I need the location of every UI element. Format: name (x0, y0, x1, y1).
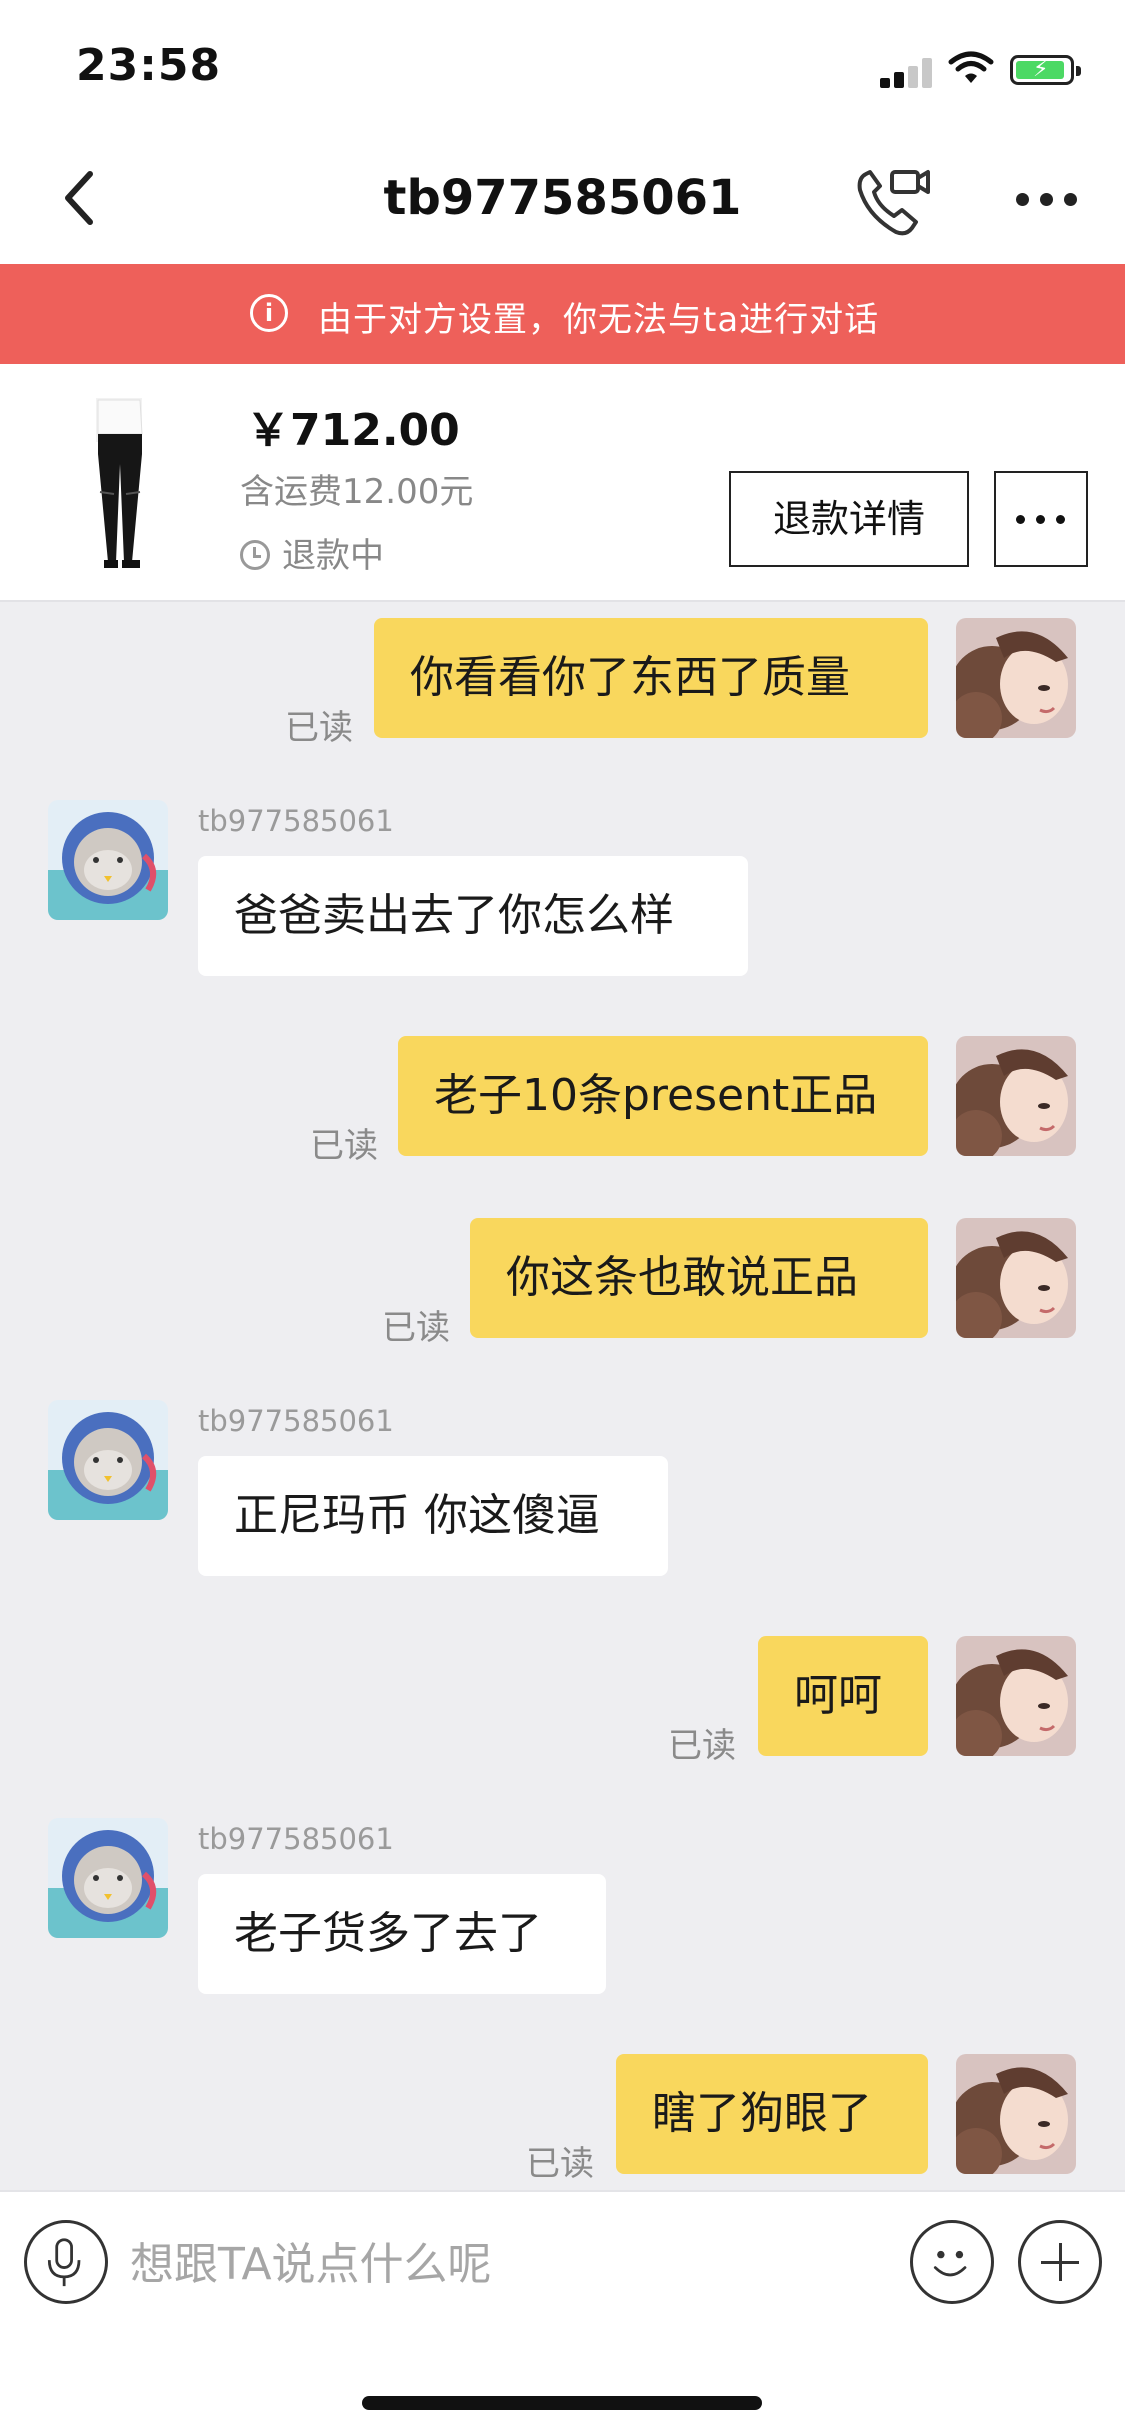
product-thumbnail[interactable] (70, 394, 170, 574)
read-receipt: 已读 (310, 1126, 378, 1166)
emoji-icon[interactable] (910, 2220, 994, 2304)
message-composer (0, 2190, 1125, 2336)
read-receipt: 已读 (668, 1726, 736, 1766)
battery-icon: ⚡ (1010, 55, 1081, 85)
contact-message-bubble[interactable]: 正尼玛币 你这傻逼 (198, 1456, 668, 1576)
order-card[interactable]: ￥712.00 含运费12.00元 退款中 退款详情 (0, 364, 1125, 602)
add-attachment-button[interactable] (1018, 2220, 1102, 2304)
my-avatar[interactable] (956, 1636, 1076, 1756)
my-message-bubble[interactable]: 呵呵 (758, 1636, 928, 1756)
safe-area (0, 2336, 1125, 2436)
read-receipt: 已读 (285, 708, 353, 748)
refund-detail-button[interactable]: 退款详情 (729, 471, 969, 567)
contact-message-bubble[interactable]: 爸爸卖出去了你怎么样 (198, 856, 748, 976)
my-message-bubble[interactable]: 瞎了狗眼了 (616, 2054, 928, 2174)
my-message-bubble[interactable]: 老子10条present正品 (398, 1036, 928, 1156)
more-options-button[interactable] (1010, 184, 1084, 214)
banner-text: 由于对方设置，你无法与ta进行对话 (318, 300, 880, 340)
message-input[interactable] (130, 2222, 880, 2306)
chat-title: tb977585061 (383, 170, 742, 226)
blocked-banner: i 由于对方设置，你无法与ta进行对话 (0, 264, 1125, 364)
contact-message-bubble[interactable]: 老子货多了去了 (198, 1874, 606, 1994)
wifi-icon (948, 51, 994, 83)
order-price: ￥712.00 (246, 405, 460, 456)
sender-name: tb977585061 (198, 1822, 394, 1856)
refund-status: 退款中 (240, 528, 384, 577)
status-time: 23:58 (76, 40, 222, 91)
my-message-bubble[interactable]: 你这条也敢说正品 (470, 1218, 928, 1338)
order-shipping: 含运费12.00元 (240, 472, 474, 512)
contact-avatar[interactable] (48, 1400, 168, 1520)
video-call-icon[interactable] (852, 162, 932, 242)
refund-status-text: 退款中 (282, 536, 384, 576)
status-bar: 23:58 ⚡ (0, 0, 1125, 132)
sender-name: tb977585061 (198, 804, 394, 838)
cellular-signal-icon (880, 58, 934, 88)
info-icon: i (250, 294, 288, 332)
my-message-bubble[interactable]: 你看看你了东西了质量 (374, 618, 928, 738)
contact-avatar[interactable] (48, 1818, 168, 1938)
home-indicator[interactable] (362, 2396, 762, 2410)
order-more-button[interactable] (994, 471, 1088, 567)
read-receipt: 已读 (526, 2144, 594, 2184)
my-avatar[interactable] (956, 2054, 1076, 2174)
clock-icon (240, 540, 270, 570)
contact-avatar[interactable] (48, 800, 168, 920)
my-avatar[interactable] (956, 1218, 1076, 1338)
read-receipt: 已读 (382, 1308, 450, 1348)
my-avatar[interactable] (956, 1036, 1076, 1156)
sender-name: tb977585061 (198, 1404, 394, 1438)
my-avatar[interactable] (956, 618, 1076, 738)
voice-input-icon[interactable] (24, 2220, 108, 2304)
chat-header: tb977585061 (0, 132, 1125, 264)
chat-screen: 23:58 ⚡ tb977585061 i 由于对方设置，你无法与ta进行对话 … (0, 0, 1125, 2436)
